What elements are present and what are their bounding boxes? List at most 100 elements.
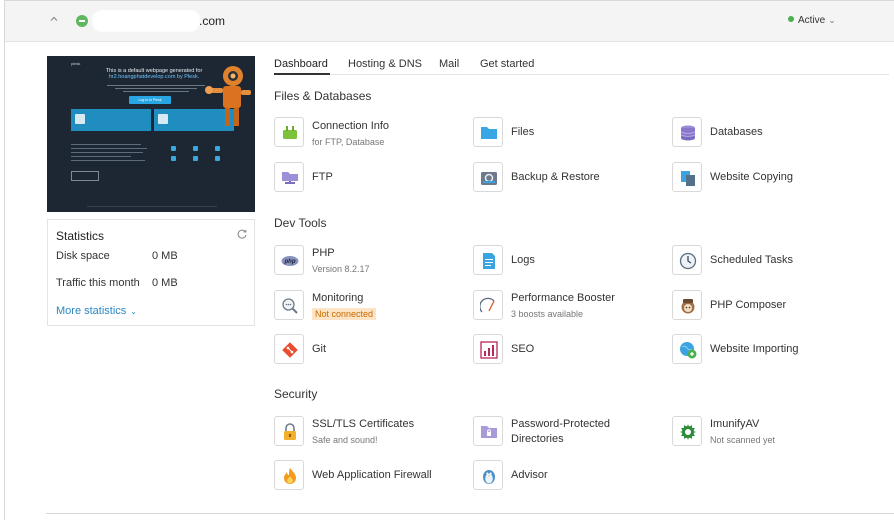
more-statistics-link[interactable]: More statistics ⌄ [56, 305, 137, 317]
import-icon [680, 342, 697, 359]
tile-label: Performance Booster [511, 292, 615, 304]
section-title-dev-tools: Dev Tools [274, 216, 327, 230]
imunify-icon [680, 424, 696, 440]
bottom-divider [46, 513, 894, 514]
clock-icon [679, 252, 697, 270]
composer-icon [681, 299, 695, 314]
copy-icon [681, 171, 695, 186]
tile-website-importing[interactable]: Website Importing [672, 334, 862, 366]
chevron-up-icon[interactable] [49, 14, 59, 24]
seo-chart-icon [480, 341, 498, 359]
tile-label-line2: Directories [511, 433, 564, 445]
advisor-penguin-icon [483, 470, 495, 484]
monitoring-icon [282, 298, 298, 314]
status-label: Active [798, 15, 826, 26]
protected-folder-icon [481, 426, 497, 438]
tile-label: Git [312, 343, 327, 355]
tile-label: Monitoring [312, 292, 364, 304]
preview-subtext [101, 84, 211, 92]
tile-files[interactable]: Files [473, 117, 663, 149]
tile-performance-booster[interactable]: Performance Booster 3 boosts available [473, 290, 663, 322]
backup-icon [481, 172, 497, 185]
gauge-icon [480, 297, 495, 313]
folder-icon [481, 127, 497, 139]
redacted-domain [92, 10, 200, 32]
tile-sub: Not scanned yet [710, 435, 776, 445]
preview-small-button [71, 171, 99, 181]
site-favicon-icon [76, 15, 88, 27]
tile-sub: 3 boosts available [511, 309, 584, 319]
tab-hosting-dns[interactable]: Hosting & DNS [348, 58, 422, 70]
tile-label: SEO [511, 343, 535, 355]
tile-label: Web Application Firewall [312, 469, 432, 481]
tile-label: Advisor [511, 469, 548, 481]
tile-label: FTP [312, 171, 333, 183]
tile-label: Website Copying [710, 171, 793, 183]
stat-disk-value: 0 MB [152, 250, 178, 262]
tile-scheduled-tasks[interactable]: Scheduled Tasks [672, 245, 862, 277]
chevron-down-icon: ⌄ [130, 307, 137, 316]
ftp-icon [282, 172, 298, 184]
tile-label: Backup & Restore [511, 171, 600, 183]
tile-label: ImunifyAV [710, 418, 760, 430]
tile-website-copying[interactable]: Website Copying [672, 162, 862, 194]
domain-header: .com Active ⌄ [5, 1, 894, 42]
preview-card-left [71, 109, 151, 131]
tile-logs[interactable]: Logs [473, 245, 663, 277]
svg-text:php: php [284, 259, 296, 265]
preview-footer [87, 206, 217, 207]
preview-login-button: Log in to Plesk [129, 96, 171, 104]
robot-mascot-icon [205, 66, 251, 126]
page-left-border [4, 0, 5, 520]
tile-monitoring[interactable]: Monitoring Not connected [274, 290, 464, 322]
tile-label: SSL/TLS Certificates [312, 418, 415, 430]
not-connected-badge: Not connected [312, 308, 377, 320]
stat-traffic-label: Traffic this month [56, 277, 140, 289]
status-dropdown[interactable]: Active ⌄ [788, 15, 836, 26]
tile-label: PHP [312, 247, 335, 259]
tile-php-composer[interactable]: PHP Composer [672, 290, 862, 322]
tile-ftp[interactable]: FTP [274, 162, 464, 194]
database-icon [680, 125, 696, 141]
tile-label: Password-Protected [511, 418, 611, 430]
tile-web-application-firewall[interactable]: Web Application Firewall [274, 460, 464, 492]
tile-label: Databases [710, 126, 763, 138]
tile-imunifyav[interactable]: ImunifyAV Not scanned yet [672, 416, 862, 448]
tile-databases[interactable]: Databases [672, 117, 862, 149]
section-title-security: Security [274, 387, 318, 401]
tab-dashboard[interactable]: Dashboard [274, 58, 328, 70]
statistics-card: Statistics Disk space 0 MB Traffic this … [47, 219, 255, 326]
section-title-files: Files & Databases [274, 89, 372, 103]
tile-git[interactable]: Git [274, 334, 464, 366]
git-icon [282, 342, 298, 358]
php-icon: php [281, 256, 299, 266]
tab-mail[interactable]: Mail [439, 58, 459, 70]
plug-icon [283, 126, 297, 139]
tile-label: Scheduled Tasks [710, 254, 793, 266]
tile-label: PHP Composer [710, 299, 787, 311]
tile-label: Files [511, 126, 535, 138]
tile-backup-restore[interactable]: Backup & Restore [473, 162, 663, 194]
tile-ssl-certificates[interactable]: SSL/TLS Certificates Safe and sound! [274, 416, 464, 448]
tile-advisor[interactable]: Advisor [473, 460, 663, 492]
tile-php[interactable]: php PHP Version 8.2.17 [274, 245, 464, 277]
tile-sub: Version 8.2.17 [312, 264, 370, 274]
website-preview[interactable]: plesk This is a default webpage generate… [47, 56, 255, 212]
tile-label: Website Importing [710, 343, 799, 355]
tabs-divider [274, 74, 889, 75]
stat-disk-label: Disk space [56, 250, 110, 262]
active-tab-indicator [274, 73, 330, 75]
logs-icon [483, 253, 495, 269]
refresh-icon[interactable] [236, 228, 248, 240]
preview-logo: plesk [71, 61, 81, 66]
tab-get-started[interactable]: Get started [480, 58, 534, 70]
flame-icon [284, 468, 296, 484]
tile-connection-info[interactable]: Connection Info for FTP, Database [274, 117, 464, 149]
domain-name[interactable]: .com [199, 14, 225, 28]
tile-password-protected-directories[interactable]: Password-Protected Directories [473, 416, 663, 448]
chevron-down-icon: ⌄ [828, 15, 836, 25]
lock-icon [284, 423, 296, 440]
tile-label: Connection Info [312, 120, 390, 132]
tile-seo[interactable]: SEO [473, 334, 663, 366]
preview-feature-icons [169, 146, 239, 162]
